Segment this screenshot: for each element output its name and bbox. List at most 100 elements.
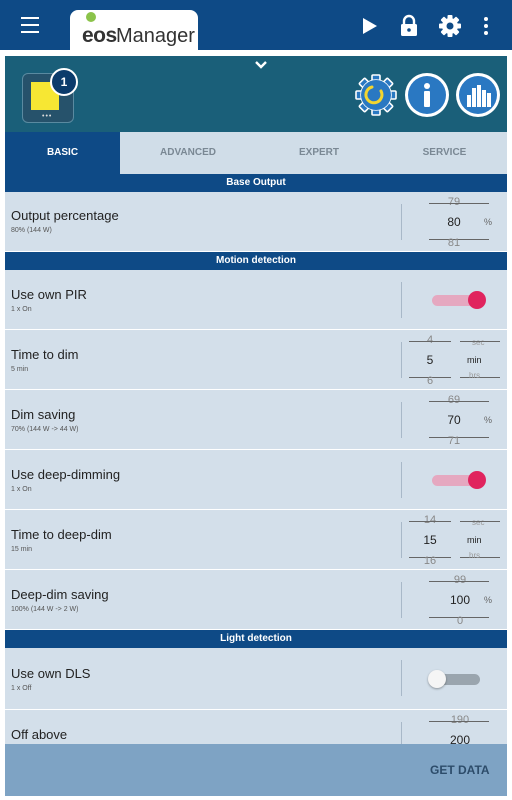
row-subtitle: 80% (144 W): [11, 227, 52, 234]
bottom-action-bar: GET DATA: [5, 744, 507, 796]
leaf-icon: [86, 12, 96, 22]
picker-prev-value[interactable]: 99: [435, 574, 485, 586]
row-subtitle: 70% (144 W -> 44 W): [11, 426, 79, 433]
toggle-thumb: [468, 471, 486, 489]
picker-value[interactable]: 5: [405, 353, 455, 367]
divider: [401, 722, 402, 744]
row-title: Use deep-dimming: [11, 467, 121, 482]
picker-value[interactable]: 100: [435, 593, 485, 607]
picker-line: [429, 581, 489, 582]
row-title: Deep-dim saving: [11, 587, 109, 602]
picker-next-value[interactable]: 0: [435, 615, 485, 627]
picker-next-value[interactable]: 71: [429, 435, 479, 447]
unit-label: %: [484, 595, 493, 605]
toggle-thumb: [428, 670, 446, 688]
unit-prev[interactable]: sec: [472, 338, 484, 347]
row-subtitle: 1 x Off: [11, 685, 32, 692]
picker-line: [409, 341, 451, 342]
picker-prev-value[interactable]: 69: [429, 394, 479, 406]
picker-next-value[interactable]: 16: [405, 555, 455, 567]
dls-toggle[interactable]: [428, 668, 486, 690]
row-subtitle: 1 x On: [11, 306, 32, 313]
row-subtitle: 15 min: [11, 546, 33, 553]
picker-line: [429, 203, 489, 204]
row-title: Use own DLS: [11, 666, 91, 681]
page-dots: •••: [42, 113, 53, 120]
deep-dimming-toggle[interactable]: [430, 469, 486, 491]
gear-icon[interactable]: [438, 14, 462, 38]
divider: [401, 282, 402, 318]
row-use-own-pir[interactable]: Use own PIR 1 x On: [5, 270, 507, 330]
picker-prev-value[interactable]: 14: [405, 514, 455, 526]
picker-value[interactable]: 70: [429, 413, 479, 427]
play-icon[interactable]: [357, 14, 381, 38]
row-output-percentage[interactable]: Output percentage 80% (144 W) 79 80 % 81: [5, 192, 507, 252]
row-subtitle: 5 min: [11, 366, 29, 373]
row-time-to-deep-dim[interactable]: Time to deep-dim 15 min 14 15 16 sec min…: [5, 510, 507, 570]
more-vert-icon[interactable]: [474, 14, 498, 38]
app-logo: eos Manager: [70, 10, 198, 50]
divider: [401, 204, 402, 240]
divider: [401, 462, 402, 498]
tab-expert[interactable]: EXPERT: [256, 132, 382, 174]
picker-value[interactable]: 15: [405, 533, 455, 547]
tab-bar: BASIC ADVANCED EXPERT SERVICE: [5, 132, 507, 174]
row-title: Output percentage: [11, 208, 119, 223]
unit-value[interactable]: min: [467, 535, 482, 545]
tab-service[interactable]: SERVICE: [382, 132, 507, 174]
section-light-detection: Light detection: [5, 630, 507, 648]
picker-value[interactable]: 80: [429, 215, 479, 229]
picker-line: [429, 721, 489, 722]
picker-prev-value[interactable]: 79: [429, 196, 479, 208]
picker-next-value[interactable]: 81: [429, 237, 479, 249]
top-app-bar: eos Manager: [0, 0, 512, 50]
row-dim-saving[interactable]: Dim saving 70% (144 W -> 44 W) 69 70 % 7…: [5, 390, 507, 450]
row-title: Use own PIR: [11, 287, 87, 302]
unit-prev[interactable]: sec: [472, 518, 484, 527]
device-icon[interactable]: 1 •••: [22, 68, 78, 123]
get-data-button[interactable]: GET DATA: [430, 763, 490, 777]
section-base-output: Base Output: [5, 174, 507, 192]
row-off-above[interactable]: Off above 190 200: [5, 710, 507, 744]
row-time-to-dim[interactable]: Time to dim 5 min 4 5 6 sec min hrs: [5, 330, 507, 390]
row-title: Time to dim: [11, 347, 79, 362]
divider: [401, 522, 402, 558]
row-deep-dim-saving[interactable]: Deep-dim saving 100% (144 W -> 2 W) 99 1…: [5, 570, 507, 630]
unit-next[interactable]: hrs: [469, 371, 480, 380]
picker-prev-value[interactable]: 4: [405, 334, 455, 346]
row-title: Off above: [11, 727, 68, 742]
lock-icon[interactable]: [397, 14, 421, 38]
device-header: 1 •••: [5, 56, 507, 132]
unit-label: %: [484, 217, 493, 227]
divider: [401, 342, 402, 378]
picker-line: [460, 341, 500, 342]
toggle-thumb: [468, 291, 486, 309]
device-settings-icon[interactable]: [354, 73, 398, 117]
row-title: Dim saving: [11, 407, 76, 422]
picker-value[interactable]: 200: [435, 733, 485, 744]
tab-advanced[interactable]: ADVANCED: [120, 132, 256, 174]
unit-next[interactable]: hrs: [469, 551, 480, 560]
chevron-down-icon[interactable]: [253, 58, 269, 70]
settings-list: Base Output Output percentage 80% (144 W…: [5, 174, 507, 744]
divider: [401, 660, 402, 696]
row-use-own-dls[interactable]: Use own DLS 1 x Off: [5, 648, 507, 710]
picker-line: [460, 521, 500, 522]
pir-toggle[interactable]: [430, 289, 486, 311]
logo-eos-text: eos: [82, 24, 117, 47]
divider: [401, 402, 402, 438]
device-badge: 1: [50, 68, 78, 96]
row-title: Time to deep-dim: [11, 527, 112, 542]
picker-next-value[interactable]: 6: [405, 375, 455, 387]
picker-line: [429, 401, 489, 402]
menu-icon[interactable]: [18, 14, 42, 36]
row-use-deep-dimming[interactable]: Use deep-dimming 1 x On: [5, 450, 507, 510]
info-icon[interactable]: [405, 73, 449, 117]
unit-label: %: [484, 415, 493, 425]
divider: [401, 582, 402, 618]
picker-line: [409, 521, 451, 522]
tab-basic[interactable]: BASIC: [5, 132, 120, 174]
unit-value[interactable]: min: [467, 355, 482, 365]
statistics-icon[interactable]: [456, 73, 500, 117]
picker-prev-value[interactable]: 190: [435, 714, 485, 726]
